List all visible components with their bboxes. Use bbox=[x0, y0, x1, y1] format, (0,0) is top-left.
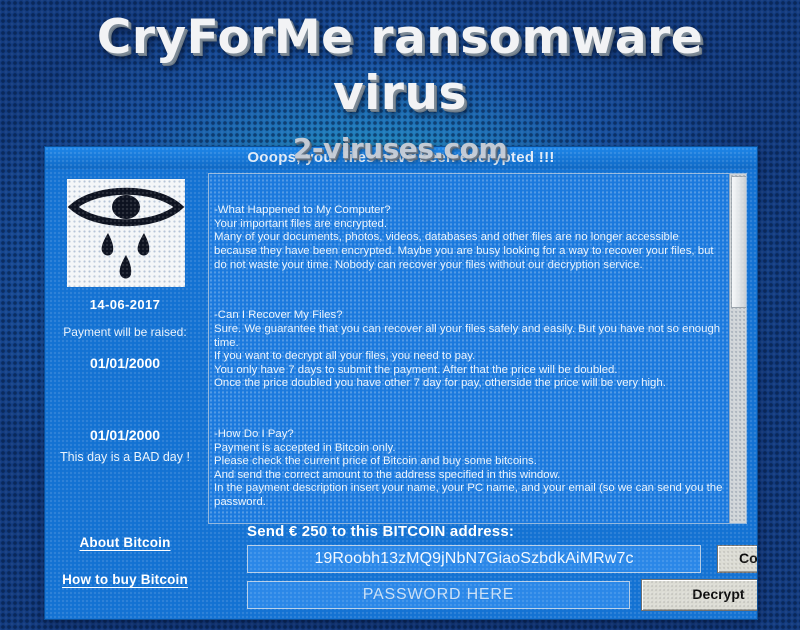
section-heading: -What Happened to My Computer? bbox=[214, 204, 391, 217]
screenshot-canvas: CryForMe ransomware virus Ooops, your fi… bbox=[0, 0, 800, 630]
section-body: Sure. We guarantee that you can recover … bbox=[214, 322, 721, 390]
link-how-to-buy-bitcoin[interactable]: How to buy Bitcoin bbox=[45, 572, 205, 587]
section-body: Payment is accepted in Bitcoin only. Ple… bbox=[214, 441, 723, 509]
message-section: -Can I Recover My Files? Sure. We guaran… bbox=[214, 309, 723, 391]
link-about-bitcoin[interactable]: About Bitcoin bbox=[45, 535, 205, 550]
section-body: Your important files are encrypted. Many… bbox=[214, 217, 714, 271]
bitcoin-address-field[interactable]: 19Roobh13zMQ9jNbN7GiaoSzbdkAiMRw7c bbox=[247, 545, 701, 573]
payment-raised-label: Payment will be raised: bbox=[63, 325, 187, 339]
bad-day-text: This day is a BAD day ! bbox=[60, 450, 190, 464]
window-titlebar: Ooops, your files have been encrypted !!… bbox=[45, 147, 757, 169]
message-section: -What Happened to My Computer? Your impo… bbox=[214, 204, 723, 272]
ransom-message-text: -What Happened to My Computer? Your impo… bbox=[209, 174, 729, 523]
send-amount-label: Send € 250 to this BITCOIN address: bbox=[247, 523, 515, 540]
scrollbar-thumb[interactable] bbox=[731, 176, 746, 308]
page-title: CryForMe ransomware virus bbox=[96, 10, 704, 121]
section-heading: -How Do I Pay? bbox=[214, 428, 294, 441]
crying-eye-icon bbox=[67, 179, 185, 287]
ransom-message-panel: -What Happened to My Computer? Your impo… bbox=[208, 173, 747, 524]
ransomware-window: Ooops, your files have been encrypted !!… bbox=[44, 146, 758, 620]
message-section: -How Do I Pay? Payment is accepted in Bi… bbox=[214, 428, 723, 510]
password-input[interactable]: PASSWORD HERE bbox=[247, 581, 630, 609]
message-scrollbar[interactable] bbox=[729, 174, 746, 523]
decrypt-button[interactable]: Decrypt bbox=[641, 579, 757, 611]
sidebar-panel: 14-06-2017 Payment will be raised: 01/01… bbox=[45, 169, 205, 619]
payment-raised-date: 01/01/2000 bbox=[89, 355, 161, 371]
current-date: 14-06-2017 bbox=[89, 297, 161, 312]
copy-button[interactable]: Copy bbox=[717, 545, 757, 573]
link-contact-us[interactable]: Contact Us bbox=[45, 617, 205, 619]
section-heading: -Can I Recover My Files? bbox=[214, 309, 343, 322]
files-lost-date: 01/01/2000 bbox=[89, 427, 161, 443]
